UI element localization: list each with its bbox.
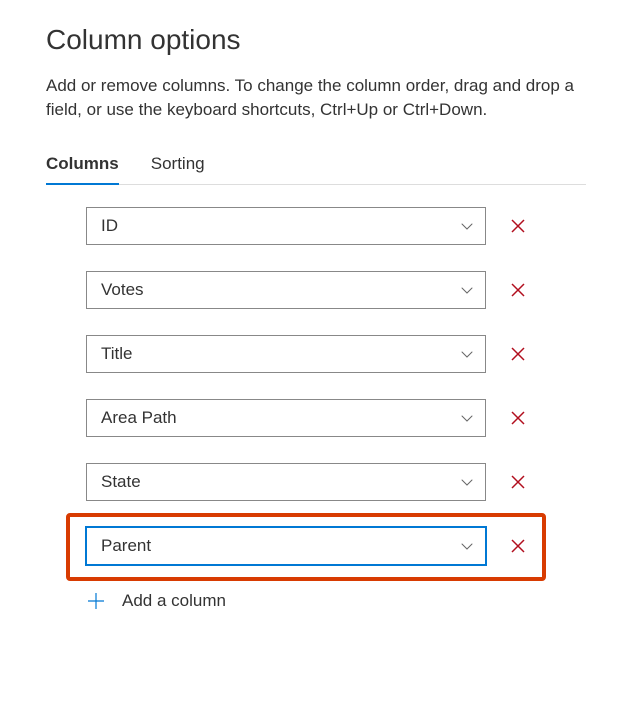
column-select-value: Title <box>101 344 459 364</box>
column-select-value: Area Path <box>101 408 459 428</box>
tab-sorting[interactable]: Sorting <box>151 154 205 184</box>
chevron-down-icon <box>459 538 475 554</box>
column-row: ID <box>86 207 586 245</box>
column-select[interactable]: State <box>86 463 486 501</box>
chevron-down-icon <box>459 346 475 362</box>
chevron-down-icon <box>459 410 475 426</box>
remove-column-button[interactable] <box>506 470 530 494</box>
panel-title: Column options <box>46 24 586 56</box>
remove-column-button[interactable] <box>506 406 530 430</box>
column-row: Parent <box>86 527 586 565</box>
column-row: Votes <box>86 271 586 309</box>
column-select[interactable]: ID <box>86 207 486 245</box>
column-row: Title <box>86 335 586 373</box>
add-column-button[interactable]: Add a column <box>86 591 586 611</box>
column-row: Area Path <box>86 399 586 437</box>
tabs: Columns Sorting <box>46 154 586 185</box>
chevron-down-icon <box>459 282 475 298</box>
remove-column-button[interactable] <box>506 342 530 366</box>
column-select-value: Parent <box>101 536 459 556</box>
column-select[interactable]: Votes <box>86 271 486 309</box>
chevron-down-icon <box>459 474 475 490</box>
plus-icon <box>86 591 106 611</box>
column-select[interactable]: Parent <box>86 527 486 565</box>
column-row: State <box>86 463 586 501</box>
remove-column-button[interactable] <box>506 534 530 558</box>
column-select-value: ID <box>101 216 459 236</box>
column-select-value: Votes <box>101 280 459 300</box>
column-select-value: State <box>101 472 459 492</box>
column-rows: ID Votes <box>46 207 586 611</box>
add-column-label: Add a column <box>122 591 226 611</box>
panel-description: Add or remove columns. To change the col… <box>46 74 586 122</box>
tab-columns[interactable]: Columns <box>46 154 119 184</box>
column-select[interactable]: Title <box>86 335 486 373</box>
remove-column-button[interactable] <box>506 278 530 302</box>
remove-column-button[interactable] <box>506 214 530 238</box>
chevron-down-icon <box>459 218 475 234</box>
column-select[interactable]: Area Path <box>86 399 486 437</box>
column-options-panel: Column options Add or remove columns. To… <box>0 0 632 631</box>
